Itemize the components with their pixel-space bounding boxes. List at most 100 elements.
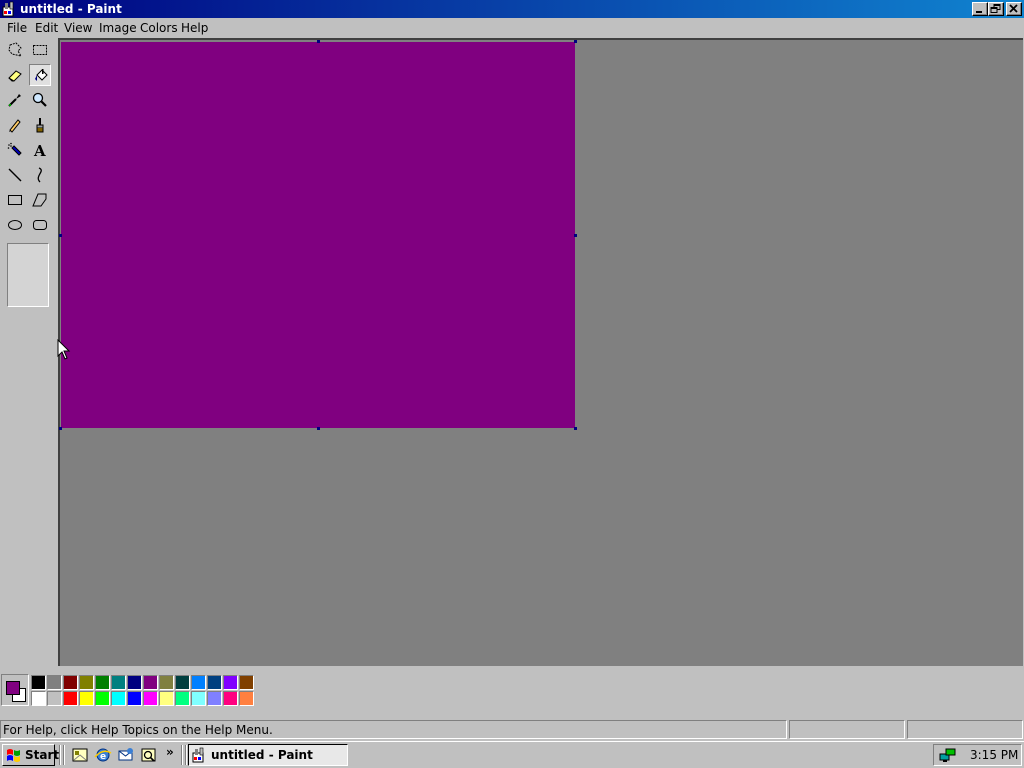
airbrush-icon [7,142,22,156]
menu-view[interactable]: View [64,21,92,35]
tool-pick-color[interactable] [4,89,26,111]
menu-image[interactable]: Image [99,21,137,35]
palette-swatch-top-13[interactable] [239,675,254,690]
canvas-resize-handle-bottom-right[interactable] [574,427,577,430]
palette-swatch-top-6[interactable] [127,675,142,690]
status-coordinates-panel [789,720,905,739]
minimize-icon [976,11,982,13]
internet-explorer-icon[interactable]: e [94,746,112,764]
tool-polygon[interactable] [29,189,51,211]
channels-icon[interactable] [140,746,158,764]
menu-edit[interactable]: Edit [35,21,58,35]
palette-swatch-top-2[interactable] [63,675,78,690]
quick-launch-overflow-chevron[interactable]: » [166,745,174,759]
drawing-canvas[interactable] [61,42,575,428]
foreground-color-swatch[interactable] [6,681,20,695]
magnifier-icon [32,92,47,107]
tool-line[interactable] [4,164,26,186]
palette-swatch-bottom-12[interactable] [223,691,238,706]
palette-swatch-bottom-7[interactable] [143,691,158,706]
taskbar-separator [185,745,187,765]
paint-bucket-icon [35,69,48,81]
system-tray: 3:15 PM [933,744,1022,766]
tool-options-box[interactable] [7,243,49,307]
polygon-icon [32,193,47,207]
current-colors-indicator [1,674,29,706]
menu-file[interactable]: File [7,21,27,35]
tool-rectangle[interactable] [4,189,26,211]
tool-text[interactable]: A [29,139,51,161]
start-button[interactable]: Start [2,744,59,766]
clock[interactable]: 3:15 PM [970,748,1018,762]
palette-swatch-bottom-1[interactable] [47,691,62,706]
status-size-panel [907,720,1023,739]
paint-app-icon[interactable] [2,1,18,17]
palette-swatch-top-5[interactable] [111,675,126,690]
status-help-panel: For Help, click Help Topics on the Help … [0,720,787,739]
tool-ellipse[interactable] [4,214,26,236]
palette-swatch-bottom-3[interactable] [79,691,94,706]
rounded-rect-icon [33,220,47,230]
palette-swatch-bottom-6[interactable] [127,691,142,706]
palette-swatch-top-10[interactable] [191,675,206,690]
rectangle-icon [8,195,22,205]
tool-free-form-select[interactable] [4,39,26,61]
tool-brush[interactable] [29,114,51,136]
canvas-resize-handle-right[interactable] [574,234,577,237]
mouse-cursor-icon [57,339,71,360]
palette-swatch-top-0[interactable] [31,675,46,690]
palette-swatch-bottom-2[interactable] [63,691,78,706]
tool-curve[interactable] [29,164,51,186]
tool-pencil[interactable] [4,114,26,136]
tool-magnifier[interactable] [29,89,51,111]
palette-swatch-top-3[interactable] [79,675,94,690]
palette-swatch-bottom-10[interactable] [191,691,206,706]
menu-help[interactable]: Help [181,21,208,35]
palette-swatch-bottom-5[interactable] [111,691,126,706]
eyedropper-icon [8,94,21,107]
taskbar-separator [181,745,183,765]
tool-airbrush[interactable] [4,139,26,161]
palette-swatch-top-12[interactable] [223,675,238,690]
taskbar-separator [59,745,61,765]
menu-colors[interactable]: Colors [140,21,178,35]
ellipse-icon [8,220,22,230]
palette-swatch-bottom-0[interactable] [31,691,46,706]
canvas-resize-handle-bottom[interactable] [317,427,320,430]
taskbar-item-paint[interactable]: untitled - Paint [188,744,348,766]
show-desktop-icon[interactable] [71,746,89,764]
network-icon[interactable] [939,747,957,763]
restore-icon [990,4,1001,13]
palette-swatch-bottom-13[interactable] [239,691,254,706]
paint-app-icon [192,747,204,763]
title-bar[interactable]: untitled - Paint [0,0,1024,18]
palette-swatch-top-4[interactable] [95,675,110,690]
close-button[interactable] [1006,2,1022,16]
palette-swatch-top-7[interactable] [143,675,158,690]
tool-eraser[interactable] [4,64,26,86]
toolbox: A [0,38,57,666]
palette-swatch-bottom-8[interactable] [159,691,174,706]
curve-icon [37,167,42,183]
palette-swatch-bottom-9[interactable] [175,691,190,706]
menu-bar: File Edit View Image Colors Help [0,18,1024,38]
tool-rounded-rectangle[interactable] [29,214,51,236]
tool-fill-with-color[interactable] [29,64,51,86]
line-icon [8,168,22,182]
palette-swatch-top-1[interactable] [47,675,62,690]
brush-icon [36,118,44,133]
palette-swatch-top-11[interactable] [207,675,222,690]
palette-swatch-top-9[interactable] [175,675,190,690]
palette-swatch-bottom-11[interactable] [207,691,222,706]
svg-text:A: A [33,142,46,158]
windows-logo-icon [7,749,20,762]
minimize-button[interactable] [972,2,988,16]
canvas-resize-handle-top-right [574,40,577,43]
tool-select[interactable] [29,39,51,61]
palette-swatch-bottom-4[interactable] [95,691,110,706]
palette-swatch-top-8[interactable] [159,675,174,690]
freeform-select-icon [8,42,23,57]
outlook-express-icon[interactable] [117,746,135,764]
close-icon [1009,4,1018,13]
restore-button[interactable] [988,2,1004,16]
